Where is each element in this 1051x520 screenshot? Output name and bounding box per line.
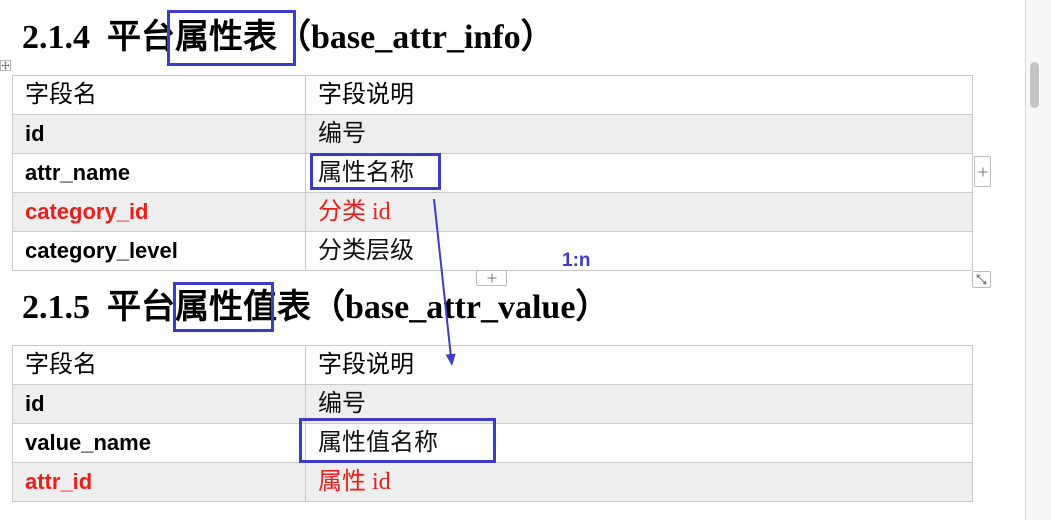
side-panel xyxy=(1025,0,1051,520)
field-desc-cell: 属性名称 xyxy=(305,153,973,193)
table-header-row: 字段名 字段说明 xyxy=(12,75,973,115)
table-resize-handle[interactable] xyxy=(972,271,991,288)
field-desc-cell: 分类层级 xyxy=(305,231,973,271)
field-name-cell: attr_name xyxy=(12,153,306,193)
move-icon xyxy=(0,60,11,71)
field-desc: 属性值名称 xyxy=(318,430,438,456)
document-page: 2.1.4 平台属性表（base_attr_info） 字段名 字段说明 id 编… xyxy=(0,0,1051,520)
header-label-field-desc: 字段说明 xyxy=(318,82,414,108)
field-desc-cell: 属性值名称 xyxy=(305,423,973,463)
field-desc: 属性 id xyxy=(318,469,391,495)
plus-icon xyxy=(978,167,987,176)
field-name-cell: value_name xyxy=(12,423,306,463)
field-name-cell: id xyxy=(12,384,306,424)
field-name-cell: id xyxy=(12,114,306,154)
header-label-field-name: 字段名 xyxy=(25,82,97,108)
field-name-cell: attr_id xyxy=(12,462,306,502)
heading-prefix: 平台 xyxy=(107,289,175,326)
heading-prefix: 平台 xyxy=(107,19,175,56)
field-name: id xyxy=(25,391,45,416)
field-desc-cell: 属性 id xyxy=(305,462,973,502)
heading-suffix: （base_attr_info） xyxy=(277,19,555,56)
table-row: value_name 属性值名称 xyxy=(12,423,973,463)
table-row: id 编号 xyxy=(12,114,973,154)
field-name-cell: category_level xyxy=(12,231,306,271)
field-desc: 分类层级 xyxy=(318,238,414,264)
table-row: attr_name 属性名称 xyxy=(12,153,973,193)
field-desc: 编号 xyxy=(318,121,366,147)
heading-highlight: 属性表 xyxy=(175,19,277,56)
plus-icon xyxy=(487,273,496,283)
table-header-row: 字段名 字段说明 xyxy=(12,345,973,385)
field-desc-cell: 编号 xyxy=(305,384,973,424)
insert-row-button[interactable] xyxy=(476,270,507,286)
heading-number: 2.1.4 xyxy=(22,19,90,56)
table-move-handle[interactable] xyxy=(0,59,11,72)
relation-label: 1:n xyxy=(562,250,591,271)
field-desc: 分类 id xyxy=(318,199,391,225)
header-cell-field-name: 字段名 xyxy=(12,75,306,115)
header-cell-field-name: 字段名 xyxy=(12,345,306,385)
header-label-field-desc: 字段说明 xyxy=(318,352,414,378)
insert-column-button[interactable] xyxy=(974,156,991,187)
field-name: id xyxy=(25,121,45,146)
header-label-field-name: 字段名 xyxy=(25,352,97,378)
section-heading-attr-value: 2.1.5 平台属性值表（base_attr_value） xyxy=(22,288,609,328)
field-desc-cell: 编号 xyxy=(305,114,973,154)
heading-number: 2.1.5 xyxy=(22,289,90,326)
attr-value-table: 字段名 字段说明 id 编号 value_name 属性值名称 attr_id … xyxy=(12,345,973,502)
field-desc: 属性名称 xyxy=(318,160,414,186)
header-cell-field-desc: 字段说明 xyxy=(305,345,973,385)
field-name: value_name xyxy=(25,430,151,455)
field-name: category_level xyxy=(25,238,178,263)
field-name: attr_name xyxy=(25,160,131,185)
table-row: category_id 分类 id xyxy=(12,192,973,232)
section-heading-attr-info: 2.1.4 平台属性表（base_attr_info） xyxy=(22,18,555,58)
table-row: attr_id 属性 id xyxy=(12,462,973,502)
header-cell-field-desc: 字段说明 xyxy=(305,75,973,115)
field-name-cell: category_id xyxy=(12,192,306,232)
heading-highlight: 属性值 xyxy=(175,289,277,326)
field-desc-cell: 分类 id xyxy=(305,192,973,232)
field-name: attr_id xyxy=(25,469,93,494)
table-row: id 编号 xyxy=(12,384,973,424)
heading-suffix: 表（base_attr_value） xyxy=(277,289,610,326)
field-desc: 编号 xyxy=(318,391,366,417)
scrollbar-thumb[interactable] xyxy=(1030,62,1039,108)
table-row: category_level 分类层级 xyxy=(12,231,973,271)
attr-info-table: 字段名 字段说明 id 编号 attr_name 属性名称 category_i… xyxy=(12,75,973,271)
field-name: category_id xyxy=(25,199,149,224)
resize-icon xyxy=(976,274,987,285)
